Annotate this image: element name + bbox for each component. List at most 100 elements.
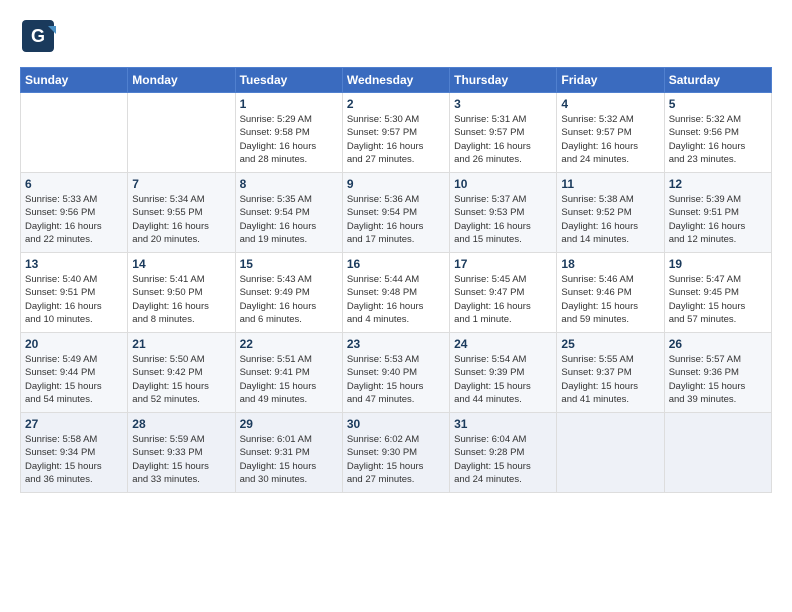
calendar-cell: 27Sunrise: 5:58 AM Sunset: 9:34 PM Dayli… — [21, 413, 128, 493]
day-info: Sunrise: 6:04 AM Sunset: 9:28 PM Dayligh… — [454, 433, 552, 486]
day-info: Sunrise: 5:40 AM Sunset: 9:51 PM Dayligh… — [25, 273, 123, 326]
calendar-cell: 26 Sunrise: 5:57 AM Sunset: 9:36 PM Dayli… — [664, 333, 771, 413]
calendar-cell: 14 Sunrise: 5:41 AM Sunset: 9:50 PM Dayli… — [128, 253, 235, 333]
day-info: Sunrise: 5:36 AM Sunset: 9:54 PM Dayligh… — [347, 193, 445, 246]
day-info: Sunrise: 5:39 AM Sunset: 9:51 PM Dayligh… — [669, 193, 767, 246]
calendar-cell: 2 Sunrise: 5:30 AM Sunset: 9:57 PM Daylig… — [342, 93, 449, 173]
day-number: 28 — [132, 417, 230, 431]
calendar-cell: 25 Sunrise: 5:55 AM Sunset: 9:37 PM Dayli… — [557, 333, 664, 413]
calendar-cell: 18Sunrise: 5:46 AM Sunset: 9:46 PM Dayli… — [557, 253, 664, 333]
day-number: 3 — [454, 97, 552, 111]
calendar-cell: 6 Sunrise: 5:33 AM Sunset: 9:56 PM Daylig… — [21, 173, 128, 253]
day-number: 21 — [132, 337, 230, 351]
calendar-cell: 16 Sunrise: 5:44 AM Sunset: 9:48 PM Dayli… — [342, 253, 449, 333]
day-number: 17 — [454, 257, 552, 271]
calendar-cell: 15 Sunrise: 5:43 AM Sunset: 9:49 PM Dayli… — [235, 253, 342, 333]
calendar-cell: 19 Sunrise: 5:47 AM Sunset: 9:45 PM Dayli… — [664, 253, 771, 333]
day-number: 15 — [240, 257, 338, 271]
weekday-header-friday: Friday — [557, 68, 664, 93]
day-info: Sunrise: 5:30 AM Sunset: 9:57 PM Dayligh… — [347, 113, 445, 166]
day-number: 30 — [347, 417, 445, 431]
logo: G — [20, 18, 60, 59]
day-number: 12 — [669, 177, 767, 191]
day-number: 31 — [454, 417, 552, 431]
calendar-cell: 31 Sunrise: 6:04 AM Sunset: 9:28 PM Dayli… — [450, 413, 557, 493]
calendar-cell: 20Sunrise: 5:49 AM Sunset: 9:44 PM Dayli… — [21, 333, 128, 413]
calendar-cell: 22Sunrise: 5:51 AM Sunset: 9:41 PM Dayli… — [235, 333, 342, 413]
day-info: Sunrise: 5:33 AM Sunset: 9:56 PM Dayligh… — [25, 193, 123, 246]
day-number: 27 — [25, 417, 123, 431]
weekday-header-tuesday: Tuesday — [235, 68, 342, 93]
day-number: 29 — [240, 417, 338, 431]
logo-icon: G — [20, 18, 56, 54]
weekday-header-monday: Monday — [128, 68, 235, 93]
day-info: Sunrise: 5:53 AM Sunset: 9:40 PM Dayligh… — [347, 353, 445, 406]
day-info: Sunrise: 5:54 AM Sunset: 9:39 PM Dayligh… — [454, 353, 552, 406]
page: G SundayMondayTuesdayWednesdayThursdayFr… — [0, 0, 792, 612]
day-number: 10 — [454, 177, 552, 191]
calendar-cell: 7 Sunrise: 5:34 AM Sunset: 9:55 PM Daylig… — [128, 173, 235, 253]
day-number: 4 — [561, 97, 659, 111]
day-info: Sunrise: 5:47 AM Sunset: 9:45 PM Dayligh… — [669, 273, 767, 326]
day-number: 2 — [347, 97, 445, 111]
weekday-header-thursday: Thursday — [450, 68, 557, 93]
header: G — [20, 18, 772, 59]
calendar-cell: 10 Sunrise: 5:37 AM Sunset: 9:53 PM Dayli… — [450, 173, 557, 253]
calendar-cell: 8 Sunrise: 5:35 AM Sunset: 9:54 PM Daylig… — [235, 173, 342, 253]
calendar-cell: 13Sunrise: 5:40 AM Sunset: 9:51 PM Dayli… — [21, 253, 128, 333]
day-info: Sunrise: 5:57 AM Sunset: 9:36 PM Dayligh… — [669, 353, 767, 406]
day-number: 19 — [669, 257, 767, 271]
day-info: Sunrise: 5:29 AM Sunset: 9:58 PM Dayligh… — [240, 113, 338, 166]
day-info: Sunrise: 5:50 AM Sunset: 9:42 PM Dayligh… — [132, 353, 230, 406]
day-number: 23 — [347, 337, 445, 351]
day-info: Sunrise: 5:45 AM Sunset: 9:47 PM Dayligh… — [454, 273, 552, 326]
calendar-week-4: 20Sunrise: 5:49 AM Sunset: 9:44 PM Dayli… — [21, 333, 772, 413]
day-info: Sunrise: 5:59 AM Sunset: 9:33 PM Dayligh… — [132, 433, 230, 486]
calendar-cell — [128, 93, 235, 173]
calendar-week-1: 1Sunrise: 5:29 AM Sunset: 9:58 PM Daylig… — [21, 93, 772, 173]
day-number: 26 — [669, 337, 767, 351]
day-number: 24 — [454, 337, 552, 351]
calendar-cell: 9 Sunrise: 5:36 AM Sunset: 9:54 PM Daylig… — [342, 173, 449, 253]
day-info: Sunrise: 5:43 AM Sunset: 9:49 PM Dayligh… — [240, 273, 338, 326]
day-info: Sunrise: 5:55 AM Sunset: 9:37 PM Dayligh… — [561, 353, 659, 406]
day-number: 6 — [25, 177, 123, 191]
calendar-cell: 21 Sunrise: 5:50 AM Sunset: 9:42 PM Dayli… — [128, 333, 235, 413]
calendar-week-5: 27Sunrise: 5:58 AM Sunset: 9:34 PM Dayli… — [21, 413, 772, 493]
day-number: 7 — [132, 177, 230, 191]
calendar-cell: 28 Sunrise: 5:59 AM Sunset: 9:33 PM Dayli… — [128, 413, 235, 493]
weekday-header-row: SundayMondayTuesdayWednesdayThursdayFrid… — [21, 68, 772, 93]
calendar-cell: 1Sunrise: 5:29 AM Sunset: 9:58 PM Daylig… — [235, 93, 342, 173]
day-info: Sunrise: 5:41 AM Sunset: 9:50 PM Dayligh… — [132, 273, 230, 326]
day-info: Sunrise: 5:32 AM Sunset: 9:56 PM Dayligh… — [669, 113, 767, 166]
calendar-week-2: 6 Sunrise: 5:33 AM Sunset: 9:56 PM Daylig… — [21, 173, 772, 253]
day-info: Sunrise: 5:44 AM Sunset: 9:48 PM Dayligh… — [347, 273, 445, 326]
day-info: Sunrise: 6:02 AM Sunset: 9:30 PM Dayligh… — [347, 433, 445, 486]
calendar-cell — [557, 413, 664, 493]
day-number: 8 — [240, 177, 338, 191]
day-info: Sunrise: 5:51 AM Sunset: 9:41 PM Dayligh… — [240, 353, 338, 406]
weekday-header-saturday: Saturday — [664, 68, 771, 93]
day-info: Sunrise: 5:35 AM Sunset: 9:54 PM Dayligh… — [240, 193, 338, 246]
day-number: 25 — [561, 337, 659, 351]
day-number: 18 — [561, 257, 659, 271]
day-info: Sunrise: 5:32 AM Sunset: 9:57 PM Dayligh… — [561, 113, 659, 166]
calendar-cell: 12 Sunrise: 5:39 AM Sunset: 9:51 PM Dayli… — [664, 173, 771, 253]
day-info: Sunrise: 5:37 AM Sunset: 9:53 PM Dayligh… — [454, 193, 552, 246]
day-info: Sunrise: 5:49 AM Sunset: 9:44 PM Dayligh… — [25, 353, 123, 406]
day-number: 16 — [347, 257, 445, 271]
day-number: 14 — [132, 257, 230, 271]
calendar-cell: 4 Sunrise: 5:32 AM Sunset: 9:57 PM Daylig… — [557, 93, 664, 173]
day-info: Sunrise: 5:34 AM Sunset: 9:55 PM Dayligh… — [132, 193, 230, 246]
day-number: 11 — [561, 177, 659, 191]
day-info: Sunrise: 6:01 AM Sunset: 9:31 PM Dayligh… — [240, 433, 338, 486]
calendar-cell — [664, 413, 771, 493]
calendar-cell: 29 Sunrise: 6:01 AM Sunset: 9:31 PM Dayli… — [235, 413, 342, 493]
day-number: 9 — [347, 177, 445, 191]
calendar-cell: 5Sunrise: 5:32 AM Sunset: 9:56 PM Daylig… — [664, 93, 771, 173]
calendar-cell — [21, 93, 128, 173]
calendar-table: SundayMondayTuesdayWednesdayThursdayFrid… — [20, 67, 772, 493]
svg-text:G: G — [31, 26, 45, 46]
day-info: Sunrise: 5:31 AM Sunset: 9:57 PM Dayligh… — [454, 113, 552, 166]
calendar-cell: 24 Sunrise: 5:54 AM Sunset: 9:39 PM Dayli… — [450, 333, 557, 413]
